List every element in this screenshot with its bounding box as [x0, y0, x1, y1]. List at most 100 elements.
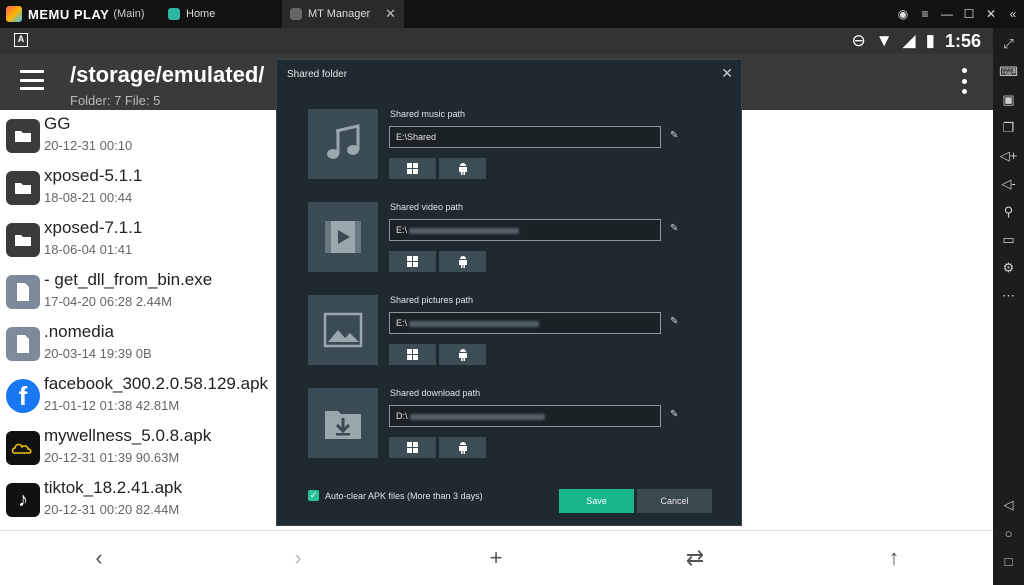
folder-icon — [6, 223, 40, 257]
android-button[interactable] — [439, 344, 486, 365]
folder-file-count: Folder: 7 File: 5 — [70, 93, 161, 108]
hamburger-menu-icon[interactable] — [20, 70, 44, 90]
tab-mt-manager[interactable]: MT Manager ✕ — [282, 0, 404, 28]
windows-button[interactable] — [389, 437, 436, 458]
shared-folder-dialog: Shared folder ✕ Shared music path E:\Sha… — [276, 59, 742, 526]
close-window-icon[interactable]: ✕ — [980, 7, 1002, 21]
video-icon — [308, 202, 378, 272]
forward-arrow-icon[interactable]: › — [283, 543, 313, 573]
windows-icon — [407, 256, 418, 267]
up-arrow-icon[interactable]: ↑ — [879, 543, 909, 573]
file-meta: 21-01-12 01:38 42.81M — [44, 398, 180, 413]
settings-icon[interactable]: ⚙ — [999, 257, 1019, 279]
android-recents-icon[interactable]: □ — [999, 550, 1019, 572]
android-icon — [458, 348, 467, 361]
tab-mt-manager-label: MT Manager — [308, 8, 371, 20]
facebook-icon: f — [6, 379, 40, 413]
windows-button[interactable] — [389, 344, 436, 365]
tab-home[interactable]: Home — [160, 0, 282, 28]
android-button[interactable] — [439, 437, 486, 458]
file-meta: 18-08-21 00:44 — [44, 190, 133, 205]
edit-icon[interactable]: ✎ — [670, 130, 684, 144]
windows-icon — [407, 349, 418, 360]
download-folder-icon — [308, 388, 378, 458]
music-note-icon — [308, 109, 378, 179]
tab-home-label: Home — [186, 8, 216, 20]
more-icon[interactable]: ⋯ — [999, 285, 1019, 307]
instance-name: (Main) — [113, 8, 145, 20]
file-meta: 20-12-31 00:20 82.44M — [44, 502, 180, 517]
android-icon — [458, 162, 467, 175]
save-button[interactable]: Save — [559, 489, 634, 513]
file-meta: 18-06-04 01:41 — [44, 242, 133, 257]
file-icon — [6, 327, 40, 361]
shared-music-path-value: E:\Shared — [396, 132, 437, 142]
apk-icon[interactable]: ▣ — [999, 89, 1019, 111]
android-button[interactable] — [439, 158, 486, 179]
shared-music-path-input[interactable]: E:\Shared — [389, 126, 661, 148]
android-button[interactable] — [439, 251, 486, 272]
notification-a-icon: A — [14, 33, 28, 47]
volume-down-icon[interactable]: ◁- — [999, 173, 1019, 195]
shared-pictures-entry: Shared pictures path E:\ ✎ — [308, 295, 708, 373]
minimize-icon[interactable]: — — [936, 7, 958, 21]
battery-icon: ▮ — [925, 31, 935, 50]
autoclear-option[interactable]: ✓ Auto-clear APK files (More than 3 days… — [308, 490, 483, 501]
file-name: - get_dll_from_bin.exe — [44, 270, 213, 289]
shared-pictures-path-input[interactable]: E:\ — [389, 312, 661, 334]
mywellness-icon — [6, 431, 40, 465]
close-icon[interactable]: ✕ — [385, 6, 396, 22]
cancel-button[interactable]: Cancel — [637, 489, 712, 513]
file-meta: 20-12-31 00:10 — [44, 138, 133, 153]
menu-icon[interactable]: ≡ — [914, 7, 936, 21]
shared-video-path-input[interactable]: E:\ — [389, 219, 661, 241]
do-not-disturb-icon: ⊖ — [851, 31, 866, 50]
android-home-icon[interactable]: ○ — [999, 522, 1019, 544]
signal-icon: ◢ — [902, 31, 916, 50]
back-arrow-icon[interactable]: ‹ — [84, 543, 114, 573]
location-icon[interactable]: ⚲ — [999, 201, 1019, 223]
shared-download-entry: Shared download path D:\ ✎ — [308, 388, 708, 466]
more-options-icon[interactable] — [960, 68, 968, 94]
shared-music-label: Shared music path — [390, 109, 466, 119]
current-path: /storage/emulated/ — [70, 62, 265, 87]
account-icon[interactable]: ◉ — [892, 7, 914, 21]
file-meta: 20-03-14 19:39 0B — [44, 346, 152, 361]
emulator-window: MEMU PLAY (Main) Home MT Manager ✕ ◉ ≡ —… — [0, 0, 1024, 585]
swap-icon[interactable]: ⇄ — [680, 543, 710, 573]
folder-icon[interactable]: ▭ — [999, 229, 1019, 251]
multi-window-icon[interactable]: ❐ — [999, 117, 1019, 139]
edit-icon[interactable]: ✎ — [670, 409, 684, 423]
edit-icon[interactable]: ✎ — [670, 223, 684, 237]
autoclear-checkbox[interactable]: ✓ — [308, 490, 319, 501]
windows-icon — [407, 163, 418, 174]
autoclear-label: Auto-clear APK files (More than 3 days) — [325, 490, 483, 501]
android-statusbar: A ⊖ ▼ ◢ ▮ 1:56 — [0, 28, 993, 54]
shared-music-entry: Shared music path E:\Shared ✎ — [308, 109, 708, 187]
android-icon — [458, 441, 467, 454]
edit-icon[interactable]: ✎ — [670, 316, 684, 330]
windows-button[interactable] — [389, 251, 436, 272]
wifi-icon: ▼ — [875, 31, 893, 50]
collapse-sidebar-icon[interactable]: « — [1002, 7, 1024, 21]
volume-up-icon[interactable]: ◁+ — [999, 145, 1019, 167]
file-meta: 20-12-31 01:39 90.63M — [44, 450, 180, 465]
android-back-icon[interactable]: ◁ — [999, 494, 1019, 516]
window-controls: ◉ ≡ — ☐ ✕ « — [892, 0, 1024, 28]
windows-icon — [407, 442, 418, 453]
shared-video-label: Shared video path — [390, 202, 464, 212]
add-icon[interactable]: + — [481, 543, 511, 573]
fullscreen-icon[interactable]: ⤢ — [999, 33, 1019, 55]
shared-pictures-path-value: E:\ — [396, 318, 408, 328]
windows-button[interactable] — [389, 158, 436, 179]
folder-icon — [6, 171, 40, 205]
shared-download-path-input[interactable]: D:\ — [389, 405, 661, 427]
emulator-titlebar: MEMU PLAY (Main) Home MT Manager ✕ ◉ ≡ —… — [0, 0, 1024, 28]
status-icons: ⊖ ▼ ◢ ▮ 1:56 — [851, 30, 981, 52]
memu-logo-icon — [6, 6, 22, 22]
close-icon[interactable]: ✕ — [721, 65, 733, 82]
keyboard-icon[interactable]: ⌨ — [999, 61, 1019, 83]
file-name: facebook_300.2.0.58.129.apk — [44, 374, 269, 393]
maximize-icon[interactable]: ☐ — [958, 7, 980, 21]
emulator-sidebar: ⤢ ⌨ ▣ ❐ ◁+ ◁- ⚲ ▭ ⚙ ⋯ ◁ ○ □ — [993, 28, 1024, 585]
